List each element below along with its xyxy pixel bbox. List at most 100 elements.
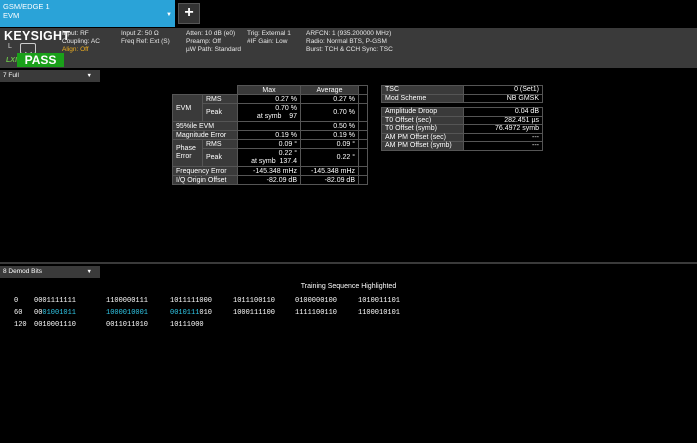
evm-peak-max: 0.70 % at symb 97 [237, 103, 301, 122]
evm-peak-max-value: 0.70 % [275, 104, 297, 112]
attenuation-settings[interactable]: Atten: 10 dB (e0) Preamp: Off µW Path: S… [186, 30, 241, 54]
row-label-rms: RMS [202, 94, 238, 104]
bits-group: 1111100110 [295, 309, 338, 317]
window-tab-full[interactable]: 7 Full ▼ [0, 70, 100, 82]
row-label-frequency-error: Frequency Error [172, 166, 238, 176]
dropdown-arrow-icon[interactable]: ▼ [87, 70, 92, 82]
tsc-value: 0 (Set1) [463, 85, 543, 95]
if-gain-label: #IF Gain: Low [247, 38, 288, 45]
burst-sync-label: Burst: TCH & CCH Sync: TSC [306, 46, 393, 53]
window-divider[interactable] [0, 262, 697, 264]
dropdown-arrow-icon[interactable]: ▼ [87, 266, 92, 278]
trig-label: Trig: External 1 [247, 30, 291, 37]
pass-status-badge: PASS [17, 53, 64, 67]
row-label-am-pm-offset-symb: AM PM Offset (symb) [381, 141, 464, 151]
phase-peak-symbol: at symb 137.4 [251, 157, 297, 165]
mode-tab-measurement: EVM [3, 11, 20, 20]
input-z-label: Input Z: 50 Ω [121, 30, 159, 37]
phase-peak-max: 0.22 ° at symb 137.4 [237, 148, 301, 167]
row-label-magnitude-error: Magnitude Error [172, 130, 238, 140]
coupling-label: Coupling: AC [62, 38, 100, 45]
preamp-label: Preamp: Off [186, 38, 221, 45]
bits-training-sequence: 0010111 [170, 309, 200, 317]
bits-group: 1100010101 [358, 309, 401, 317]
align-label: Align: Off [62, 46, 89, 53]
freq-ref-label: Freq Ref: Ext (S) [121, 38, 170, 45]
frequency-error-max: -145.348 mHz [237, 166, 301, 176]
trigger-settings[interactable]: Trig: External 1 #IF Gain: Low [247, 30, 291, 46]
am-pm-offset-sec-value: --- [463, 132, 543, 142]
bits-group: 1010011101 [358, 297, 401, 305]
bits-group: 0001111111 [34, 297, 77, 305]
radio-label: Radio: Normal BTS, P-GSM [306, 38, 387, 45]
mode-tab-title: GSM/EDGE 1 [3, 2, 50, 11]
am-pm-offset-symb-value: --- [463, 141, 543, 151]
phase-label-line1: Phase [176, 145, 196, 152]
phase-peak-max-value: 0.22 ° [278, 149, 297, 157]
bits-group: 1100000111 [106, 297, 149, 305]
t0-offset-symb-value: 76.4972 symb [463, 124, 543, 134]
bits-training-sequence: 01001011 [42, 309, 77, 317]
top-bar: GSM/EDGE 1 EVM ▼ + [0, 0, 697, 28]
row-label-t0-offset-sec: T0 Offset (sec) [381, 115, 464, 125]
mode-tab[interactable]: GSM/EDGE 1 EVM ▼ [0, 0, 175, 27]
row-label-tsc: TSC [381, 85, 464, 95]
bits-group: 10111000 [170, 321, 204, 329]
evm-rms-average: 0.27 % [300, 94, 359, 104]
column-header-average: Average [300, 85, 359, 95]
iq-origin-offset-max: -82.09 dB [237, 175, 301, 185]
input-z-settings[interactable]: Input Z: 50 Ω Freq Ref: Ext (S) [121, 30, 170, 46]
row-label-phase-peak: Peak [202, 148, 238, 167]
input-label: Input: RF [62, 30, 89, 37]
input-settings[interactable]: Input: RF Coupling: AC Align: Off [62, 30, 100, 54]
bits-group: 1000111100 [233, 309, 276, 317]
bits-group: 0011011010 [106, 321, 149, 329]
add-screen-button[interactable]: + [178, 3, 200, 24]
mod-scheme-value: NB GMSK [463, 93, 543, 103]
window-tab-label: 8 Demod Bits [3, 268, 43, 275]
bits-group-partial-highlight: 0010111010 [170, 309, 212, 317]
meas-bar: KEYSIGHT L LXI PASS Input: RF Coupling: … [0, 28, 697, 68]
amplitude-droop-value: 0.04 dB [463, 107, 543, 117]
local-indicator: L [8, 43, 12, 50]
row-label-t0-offset-symb: T0 Offset (symb) [381, 124, 464, 134]
bits-title: Training Sequence Highlighted [300, 283, 397, 290]
window-tab-demod-bits[interactable]: 8 Demod Bits ▼ [0, 266, 100, 278]
row-label-mod-scheme: Mod Scheme [381, 93, 464, 103]
keysight-logo: KEYSIGHT [4, 29, 71, 43]
magnitude-error-max: 0.19 % [237, 130, 301, 140]
lxi-icon: LXI [6, 57, 17, 64]
bits-index: 120 [14, 321, 27, 329]
bits-group: 0010001110 [34, 321, 77, 329]
phase-rms-average: 0.09 ° [300, 139, 359, 149]
row-label-iq-origin-offset: I/Q Origin Offset [172, 175, 238, 185]
phase-label-line2: Error [176, 153, 192, 160]
column-header-max: Max [237, 85, 301, 95]
frequency-error-average: -145.348 mHz [300, 166, 359, 176]
row-label-am-pm-offset-sec: AM PM Offset (sec) [381, 132, 464, 142]
tsc-results-table: TSC 0 (Set1) Mod Scheme NB GMSK Amplitud… [381, 85, 543, 151]
bits-group: 0100000100 [295, 297, 338, 305]
phase-peak-average: 0.22 ° [300, 148, 359, 167]
dropdown-arrow-icon[interactable]: ▼ [166, 11, 172, 20]
bits-index: 0 [14, 297, 19, 305]
phase-rms-max: 0.09 ° [237, 139, 301, 149]
bits-group: 1011100110 [233, 297, 276, 305]
evm-peak-symbol: at symb 97 [256, 112, 297, 120]
row-label-phase-error: Phase Error [172, 139, 203, 167]
arfcn-label: ARFCN: 1 (935.200000 MHz) [306, 30, 392, 37]
p95-evm-average: 0.50 % [300, 121, 359, 131]
row-label-peak: Peak [202, 103, 238, 122]
magnitude-error-average: 0.19 % [300, 130, 359, 140]
window-tab-label: 7 Full [3, 72, 19, 79]
evm-peak-average: 0.70 % [300, 103, 359, 122]
bits-training-sequence: 1000010001 [106, 309, 149, 317]
bits-group-partial-highlight: 0001001011 [34, 309, 76, 317]
row-label-phase-rms: RMS [202, 139, 238, 149]
row-label-amplitude-droop: Amplitude Droop [381, 107, 464, 117]
atten-label: Atten: 10 dB (e0) [186, 30, 236, 37]
bits-plain: 010 [199, 309, 213, 317]
radio-settings[interactable]: ARFCN: 1 (935.200000 MHz) Radio: Normal … [306, 30, 393, 54]
uw-path-label: µW Path: Standard [186, 46, 242, 53]
p95-evm-max [237, 121, 301, 131]
